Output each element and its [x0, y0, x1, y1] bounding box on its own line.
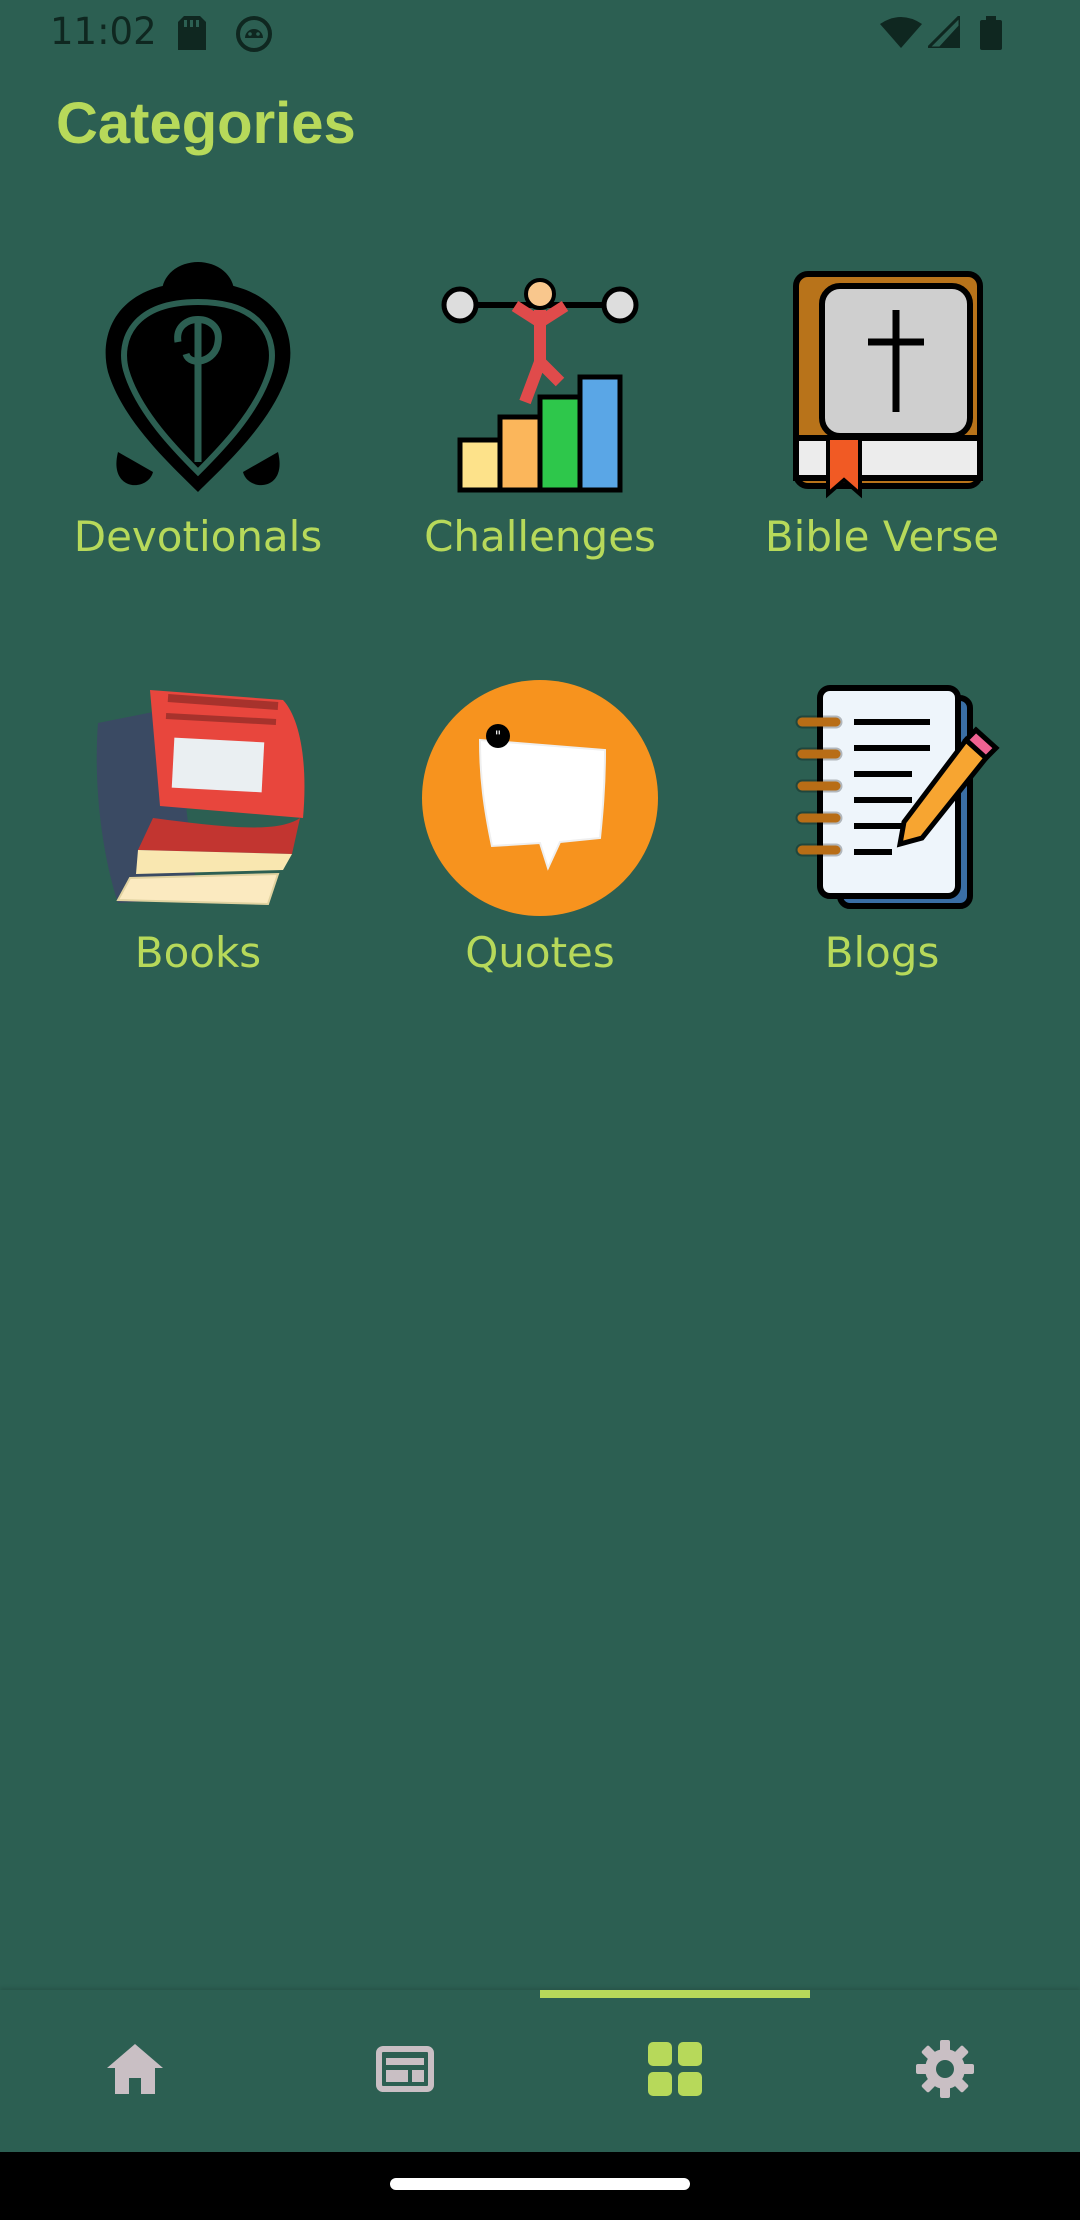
nav-settings[interactable] [810, 1990, 1080, 2152]
android-debug-icon [236, 16, 272, 57]
news-icon [376, 2045, 434, 2097]
grid-categories-icon [648, 2041, 702, 2101]
home-icon [107, 2043, 163, 2099]
sd-card-icon [178, 16, 206, 55]
books-icon [78, 678, 318, 918]
signal-icon [924, 12, 962, 53]
bible-icon [762, 262, 1002, 502]
category-label: Blogs [824, 928, 940, 977]
notebook-pencil-icon [762, 678, 1002, 918]
system-nav-bar [0, 2152, 1080, 2220]
category-bible-verse[interactable]: Bible Verse [712, 262, 1052, 592]
nav-categories[interactable] [540, 1990, 810, 2152]
nav-home[interactable] [0, 1990, 270, 2152]
home-gesture-pill[interactable] [390, 2178, 690, 2190]
status-time: 11:02 [50, 10, 157, 53]
category-blogs[interactable]: Blogs [712, 678, 1052, 1008]
svg-text:": " [495, 729, 501, 745]
weightlifter-chart-icon [420, 262, 660, 502]
page-title: Categories [56, 91, 356, 156]
category-label: Devotionals [73, 512, 323, 561]
category-challenges[interactable]: Challenges [370, 262, 710, 592]
category-quotes[interactable]: " Quotes [370, 678, 710, 1008]
wifi-icon [880, 16, 922, 53]
category-label: Challenges [424, 512, 656, 561]
status-bar: 11:02 [0, 0, 1080, 66]
gear-icon [916, 2039, 974, 2103]
devotional-cross-icon [78, 262, 318, 502]
category-label: Bible Verse [764, 512, 1000, 561]
quote-bubble-icon: " [420, 678, 660, 918]
category-label: Quotes [465, 928, 615, 977]
category-label: Books [134, 928, 262, 977]
battery-icon [980, 16, 1002, 55]
category-books[interactable]: Books [28, 678, 368, 1008]
category-devotionals[interactable]: Devotionals [28, 262, 368, 592]
nav-news[interactable] [270, 1990, 540, 2152]
bottom-navigation [0, 1990, 1080, 2152]
